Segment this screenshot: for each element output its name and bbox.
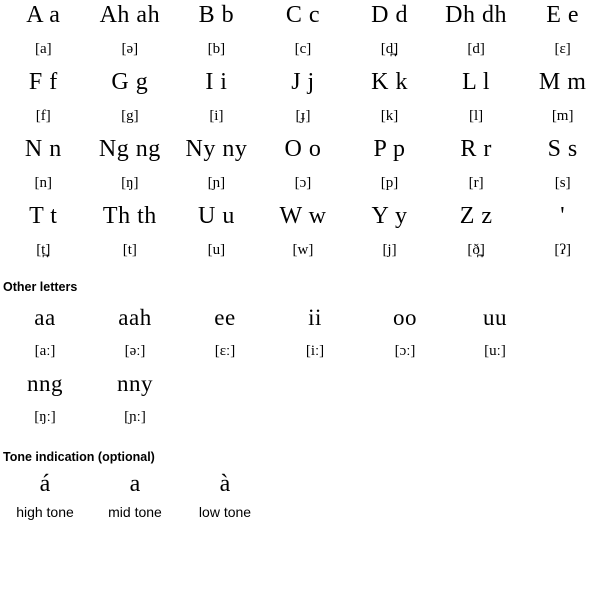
other-letters-table: aa aah ee ii oo uu [aː] [əː] [ɛː] [iː] […	[0, 302, 540, 434]
alphabet-letter: Ah ah	[99, 2, 161, 28]
ipa-value: [p]	[380, 175, 399, 191]
other-letter: uu	[483, 305, 507, 330]
alphabet-letter: C c	[285, 2, 321, 28]
alphabet-letter: A a	[26, 2, 61, 28]
alphabet-letter: B b	[198, 2, 235, 28]
ipa-value: [n]	[34, 175, 53, 191]
alphabet-letter: J j	[291, 69, 315, 95]
ipa-value: [k]	[380, 108, 399, 124]
ipa-value: [u]	[207, 242, 226, 258]
ipa-value: [ɛː]	[214, 343, 236, 359]
ipa-value: [d]	[467, 41, 485, 57]
other-letter	[450, 368, 540, 400]
ipa-value: [s]	[554, 175, 571, 191]
ipa-value: [ɟ]	[295, 108, 311, 124]
ipa-value: [a]	[34, 41, 52, 57]
ipa-value	[270, 400, 360, 434]
ipa-value: [g]	[121, 108, 139, 124]
alphabet-letter: W w	[279, 203, 327, 229]
ipa-value: [aː]	[34, 343, 56, 359]
ipa-value: [m]	[551, 108, 574, 124]
other-letter: nng	[27, 371, 63, 396]
other-letter: ii	[308, 305, 322, 330]
ipa-value: [j]	[382, 242, 397, 258]
ipa-value: [ŋ]	[121, 175, 139, 191]
ipa-value: [ð̪]	[467, 242, 485, 258]
ipa-value: [ɛ]	[554, 41, 571, 57]
ipa-value: [ə]	[121, 41, 139, 57]
other-letter	[360, 368, 450, 400]
ipa-value: [l]	[469, 108, 484, 124]
tone-table: á a à high tone mid tone low tone	[0, 467, 270, 523]
alphabet-table: A a Ah ah B b C c D d Dh dh E e [a] [ə] …	[0, 0, 606, 268]
alphabet-letter: E e	[546, 2, 580, 28]
tone-label: mid tone	[108, 504, 162, 520]
other-letter: oo	[393, 305, 417, 330]
alphabet-letter: Y y	[371, 203, 408, 229]
ipa-value: [r]	[468, 175, 484, 191]
alphabet-letter: M m	[538, 69, 587, 95]
alphabet-letter: D d	[371, 2, 408, 28]
alphabet-letter: Th th	[102, 203, 157, 229]
ipa-value: [c]	[294, 41, 312, 57]
ipa-value: [əː]	[124, 343, 146, 359]
other-letter: aa	[34, 305, 56, 330]
alphabet-letter: Ng ng	[98, 136, 161, 162]
other-letters-heading: Other letters	[3, 280, 78, 294]
tone-letter: a	[129, 471, 141, 497]
alphabet-letter: N n	[24, 136, 62, 162]
ipa-value	[360, 400, 450, 434]
alphabet-letter: Ny ny	[185, 136, 248, 162]
ipa-value: [ɔː]	[394, 343, 416, 359]
ipa-value: [ɲː]	[124, 409, 146, 425]
tone-letter: à	[219, 471, 231, 497]
tone-letter: á	[39, 471, 51, 497]
alphabet-letter: Z z	[459, 203, 493, 229]
alphabet-letter: Dh dh	[445, 2, 508, 28]
alphabet-letter: S s	[547, 136, 578, 162]
tone-label: high tone	[16, 504, 74, 520]
alphabet-letter: K k	[371, 69, 408, 95]
ipa-value: [f]	[35, 108, 51, 124]
tone-label: low tone	[198, 504, 252, 520]
ipa-value	[450, 400, 540, 434]
ipa-value: [i]	[209, 108, 224, 124]
alphabet-letter: I i	[205, 69, 228, 95]
ipa-value: [iː]	[305, 343, 325, 359]
ipa-value: [uː]	[484, 343, 506, 359]
alphabet-letter: L l	[462, 69, 491, 95]
alphabet-letter: R r	[460, 136, 492, 162]
ipa-value: [ɔ]	[294, 175, 312, 191]
ipa-value: [t̪]	[36, 242, 51, 258]
other-letter: aah	[118, 305, 152, 330]
ipa-value: [t]	[122, 242, 137, 258]
ipa-value: [ɲ]	[207, 175, 226, 191]
ipa-value: [w]	[292, 242, 314, 258]
alphabet-letter: O o	[284, 136, 322, 162]
alphabet-letter: T t	[29, 203, 58, 229]
ipa-value	[180, 400, 270, 434]
alphabet-letter: '	[560, 203, 566, 229]
other-letter	[180, 368, 270, 400]
ipa-value: [ŋː]	[34, 409, 56, 425]
ipa-value: [ʔ]	[554, 242, 571, 258]
alphabet-letter: F f	[28, 69, 58, 95]
alphabet-chart-page: { "alphabet": { "rows": [ { "letters": […	[0, 0, 606, 602]
alphabet-letter: G g	[111, 69, 149, 95]
other-letter: nny	[117, 371, 153, 396]
tone-indication-heading: Tone indication (optional)	[3, 450, 155, 464]
ipa-value: [d̪]	[380, 41, 399, 57]
alphabet-letter: U u	[197, 203, 235, 229]
other-letter: ee	[214, 305, 236, 330]
other-letter	[270, 368, 360, 400]
ipa-value: [b]	[207, 41, 226, 57]
alphabet-letter: P p	[373, 136, 406, 162]
